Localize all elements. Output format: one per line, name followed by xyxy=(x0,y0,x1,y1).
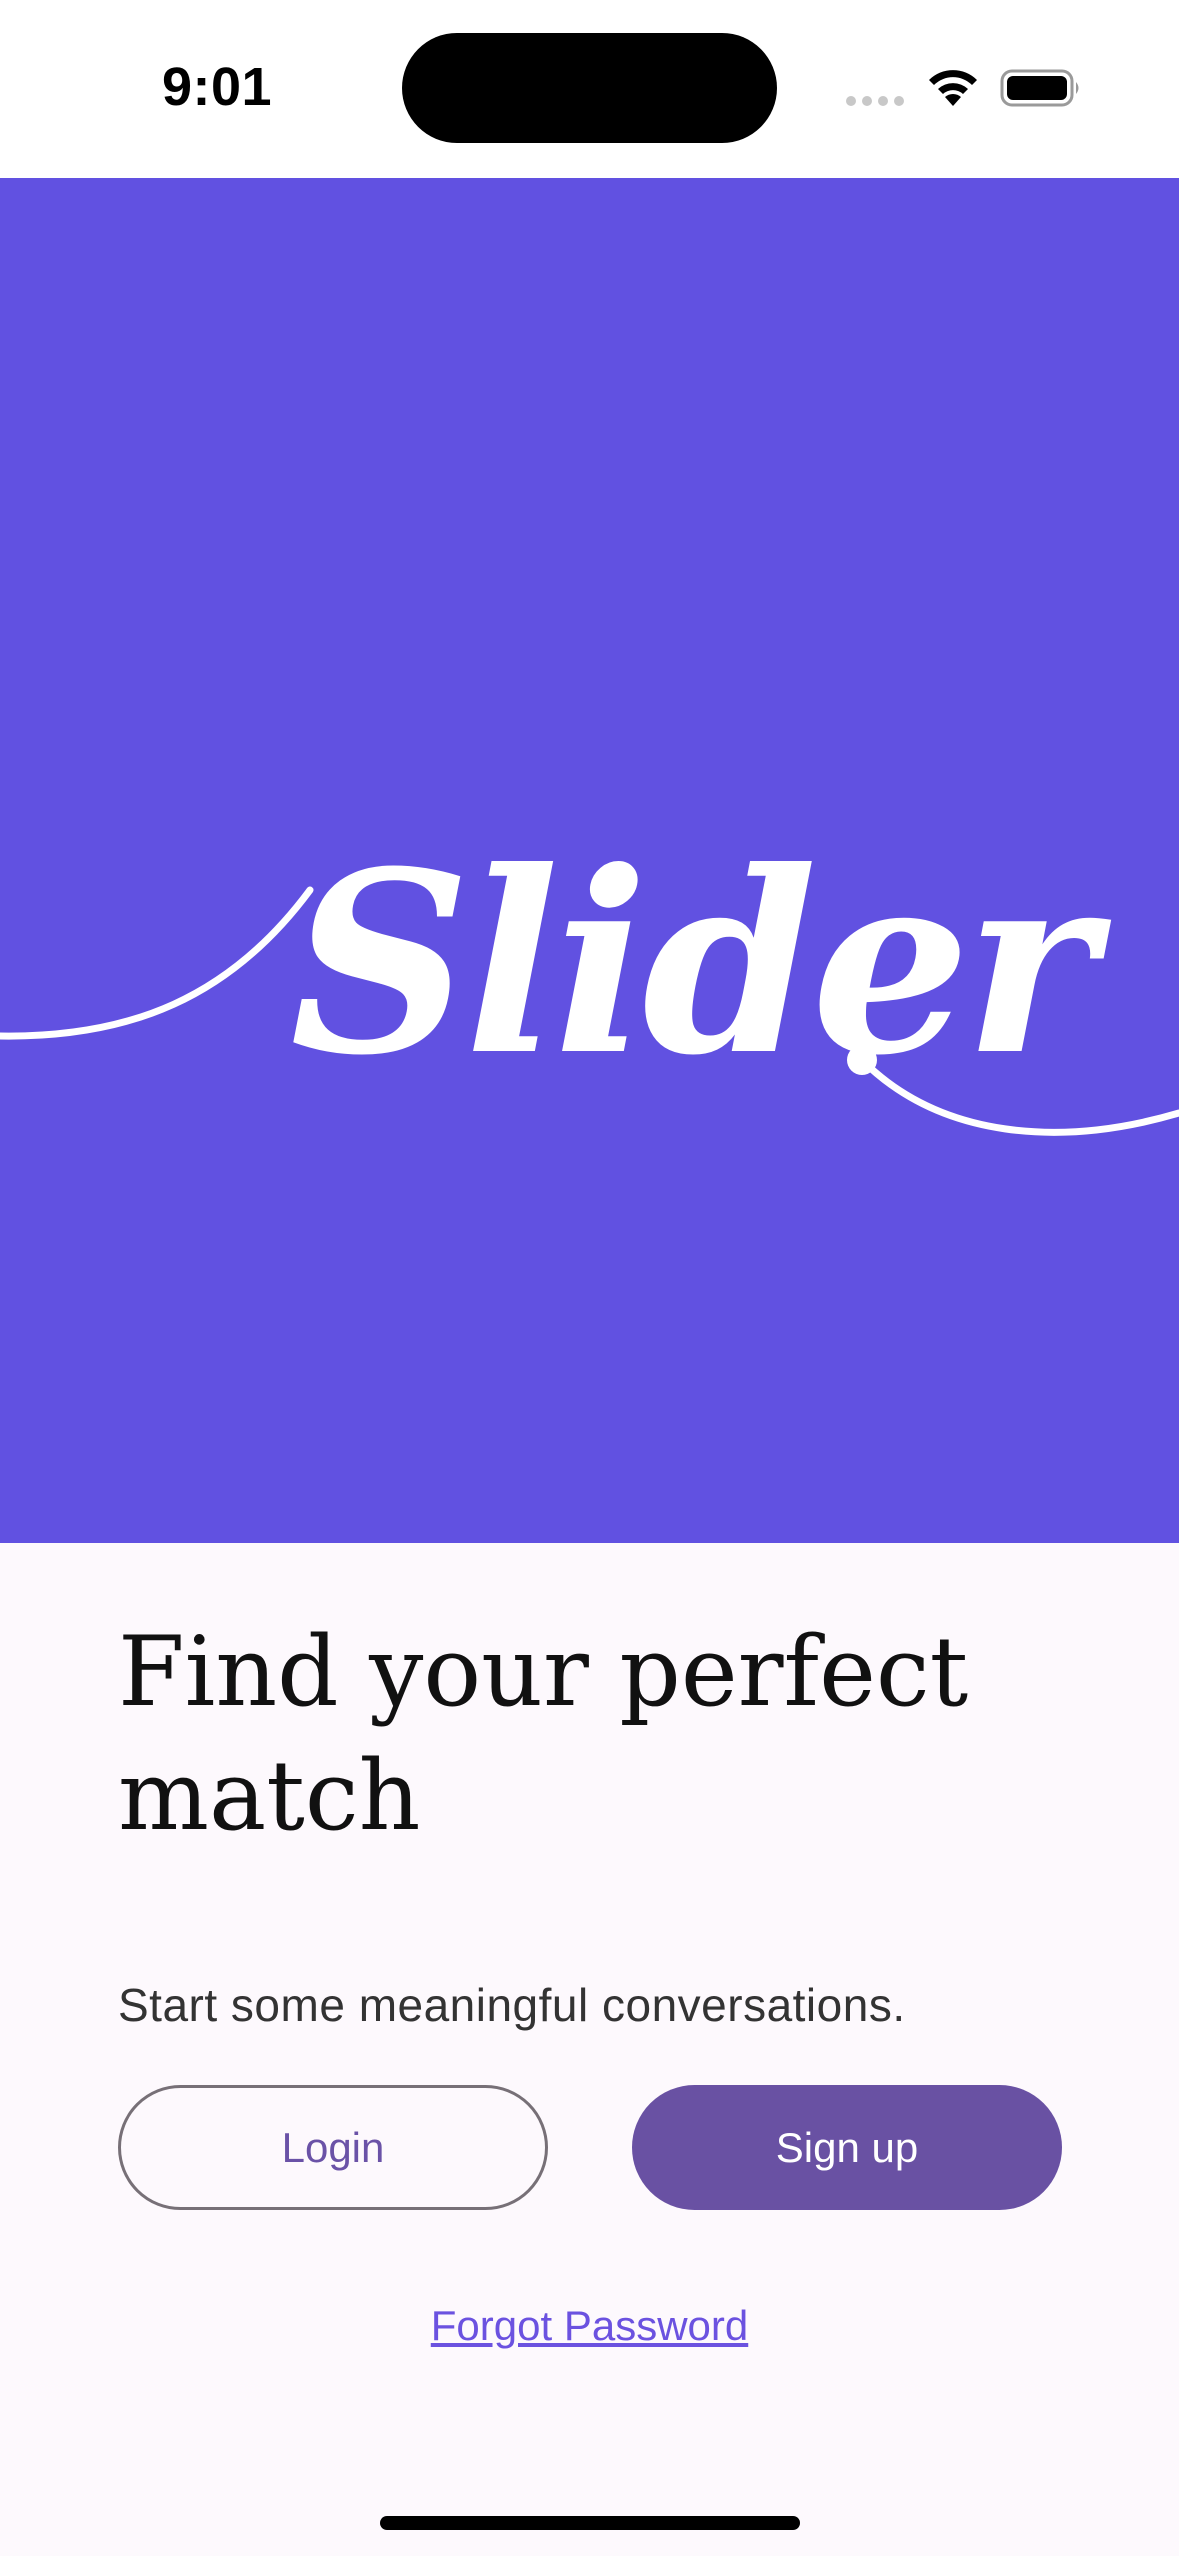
status-bar: 9:01 xyxy=(0,0,1179,178)
battery-icon xyxy=(1000,69,1079,107)
cellular-signal-icon xyxy=(846,96,904,106)
headline-line-1: Find your perfect xyxy=(118,1616,969,1728)
login-button[interactable]: Login xyxy=(118,2085,548,2210)
signup-button[interactable]: Sign up xyxy=(632,2085,1062,2210)
home-indicator[interactable] xyxy=(380,2516,800,2530)
page-headline: Find your perfect match xyxy=(118,1610,1078,1858)
headline-line-2: match xyxy=(118,1740,421,1852)
login-button-label: Login xyxy=(281,2123,385,2171)
signup-button-label: Sign up xyxy=(775,2123,919,2171)
page-subtitle: Start some meaningful conversations. xyxy=(118,1979,906,2031)
wifi-icon xyxy=(929,70,977,106)
app-logo: Slider xyxy=(290,816,1096,1110)
dynamic-island xyxy=(402,33,777,143)
status-time: 9:01 xyxy=(162,57,273,117)
hero-banner: Slider xyxy=(0,178,1179,1543)
forgot-password-link[interactable]: Forgot Password xyxy=(0,2302,1179,2350)
